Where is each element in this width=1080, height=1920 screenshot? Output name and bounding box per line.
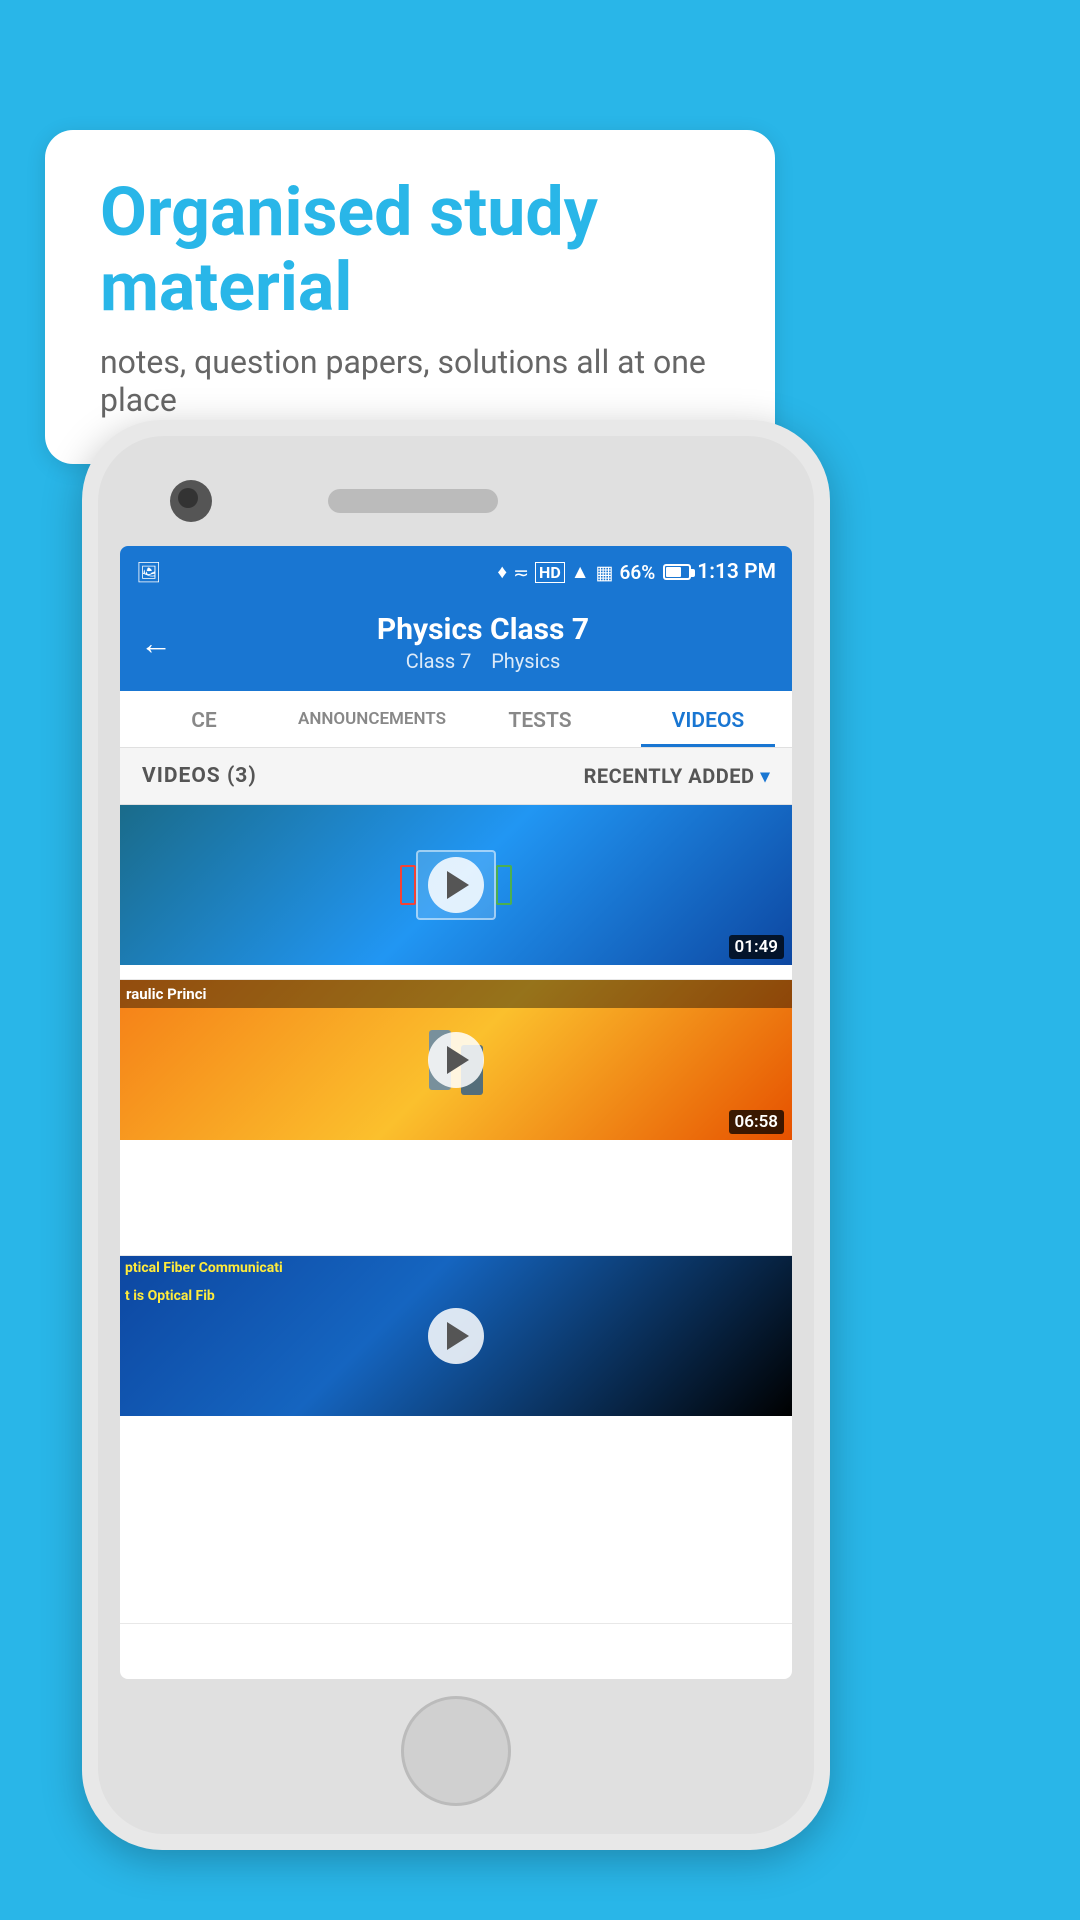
signal-icon: ▦ [596,561,614,584]
video-item-optical[interactable]: ptical Fiber Communicati t is Optical Fi… [120,1256,792,1625]
image-icon: 🖼 [136,560,161,584]
play-button-2[interactable] [428,1032,484,1088]
camera-icon [170,480,212,522]
status-bar: 🖼 ♦ ≂ HD ▲ ▦ 66% 1:13 PM [120,546,792,598]
vibrate-icon: ≂ [513,561,529,584]
header-subtitle: Class 7 Physics [194,649,772,673]
chevron-down-icon: ▾ [760,766,770,787]
battery-percent: 66% [619,561,655,584]
header-subject: Physics [491,649,560,673]
play-overlay-2 [120,980,792,1140]
screen: 🖼 ♦ ≂ HD ▲ ▦ 66% 1:13 PM ← [120,546,792,1679]
play-triangle-icon [447,871,469,899]
play-overlay [120,805,792,965]
battery-icon [663,564,691,580]
tab-videos[interactable]: VIDEOS [624,691,792,747]
play-triangle-icon-2 [447,1046,469,1074]
video-item-hydraulic[interactable]: raulic Princi 06:58 What is Hydraulic Sy… [120,980,792,1256]
video-duration-2: 06:58 [729,1110,784,1134]
home-button[interactable] [401,1696,511,1806]
header-class: Class 7 [406,649,472,673]
video-thumb-hydraulic: raulic Princi 06:58 [120,980,792,1140]
bubble-subtitle: notes, question papers, solutions all at… [100,343,720,419]
play-triangle-icon-3 [447,1322,469,1350]
status-right: ♦ ≂ HD ▲ ▦ 66% 1:13 PM [497,560,776,584]
header-title-block: Physics Class 7 Class 7 Physics [194,612,772,673]
tabs-bar: CE ANNOUNCEMENTS TESTS VIDEOS [120,691,792,748]
sort-label: RECENTLY ADDED [584,764,755,788]
wifi-icon: ▲ [571,560,590,584]
status-left: 🖼 [136,560,161,584]
tab-announcements[interactable]: ANNOUNCEMENTS [288,691,456,747]
tab-ce[interactable]: CE [120,691,288,747]
bluetooth-icon: ♦ [497,560,507,584]
play-button-3[interactable] [428,1308,484,1364]
video-item-transformer[interactable]: 01:49 What is Transformer by Sharma ▶ Ac… [120,805,792,980]
videos-header: VIDEOS (3) RECENTLY ADDED ▾ [120,748,792,805]
video-thumb-optical: ptical Fiber Communicati t is Optical Fi… [120,1256,792,1416]
video-thumb-transformer: 01:49 [120,805,792,965]
speech-bubble: Organised study material notes, question… [45,130,775,464]
hd-badge: HD [535,562,565,583]
header-title: Physics Class 7 [194,612,772,647]
status-time: 1:13 PM [697,560,776,584]
app-header: ← Physics Class 7 Class 7 Physics [120,598,792,691]
video-duration-1: 01:49 [729,935,784,959]
phone-frame: 🖼 ♦ ≂ HD ▲ ▦ 66% 1:13 PM ← [82,420,830,1850]
speaker-icon [328,489,498,513]
bubble-title: Organised study material [100,175,720,325]
videos-count: VIDEOS (3) [142,764,257,788]
tab-tests[interactable]: TESTS [456,691,624,747]
play-button-1[interactable] [428,857,484,913]
play-overlay-3 [120,1256,792,1416]
sort-dropdown[interactable]: RECENTLY ADDED ▾ [584,764,770,788]
back-button[interactable]: ← [140,624,172,662]
phone-inner: 🖼 ♦ ≂ HD ▲ ▦ 66% 1:13 PM ← [98,436,814,1834]
